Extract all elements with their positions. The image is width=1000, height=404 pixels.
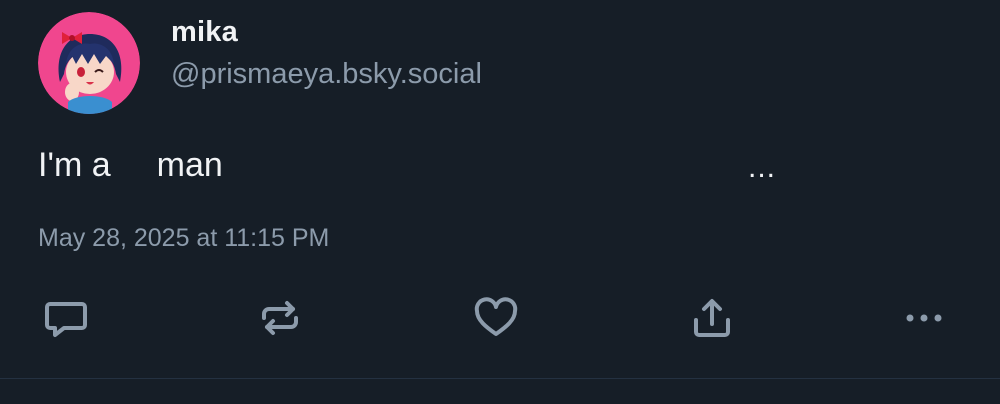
author-display-name[interactable]: mika bbox=[171, 16, 238, 49]
share-icon bbox=[694, 299, 730, 337]
inline-more-button[interactable]: ... bbox=[748, 153, 776, 183]
post-text-start: I'm a bbox=[38, 146, 111, 184]
like-button[interactable] bbox=[470, 292, 522, 344]
more-options-icon bbox=[906, 314, 942, 322]
reply-button[interactable] bbox=[40, 292, 92, 344]
repost-icon bbox=[262, 301, 298, 335]
post-timestamp: May 28, 2025 at 11:15 PM bbox=[38, 224, 330, 252]
divider bbox=[0, 378, 1000, 379]
author-avatar[interactable] bbox=[38, 12, 140, 114]
author-handle[interactable]: @prismaeya.bsky.social bbox=[171, 58, 482, 91]
repost-button[interactable] bbox=[254, 292, 306, 344]
anime-avatar-icon bbox=[38, 12, 140, 114]
post-text: I'm a man bbox=[38, 146, 223, 185]
share-button[interactable] bbox=[686, 292, 738, 344]
post-text-end: man bbox=[156, 146, 223, 184]
post-thread-item: mika @prismaeya.bsky.social I'm a man ...… bbox=[0, 0, 1000, 404]
reply-icon bbox=[45, 302, 87, 337]
more-options-button[interactable] bbox=[898, 292, 950, 344]
heart-icon bbox=[474, 297, 518, 336]
